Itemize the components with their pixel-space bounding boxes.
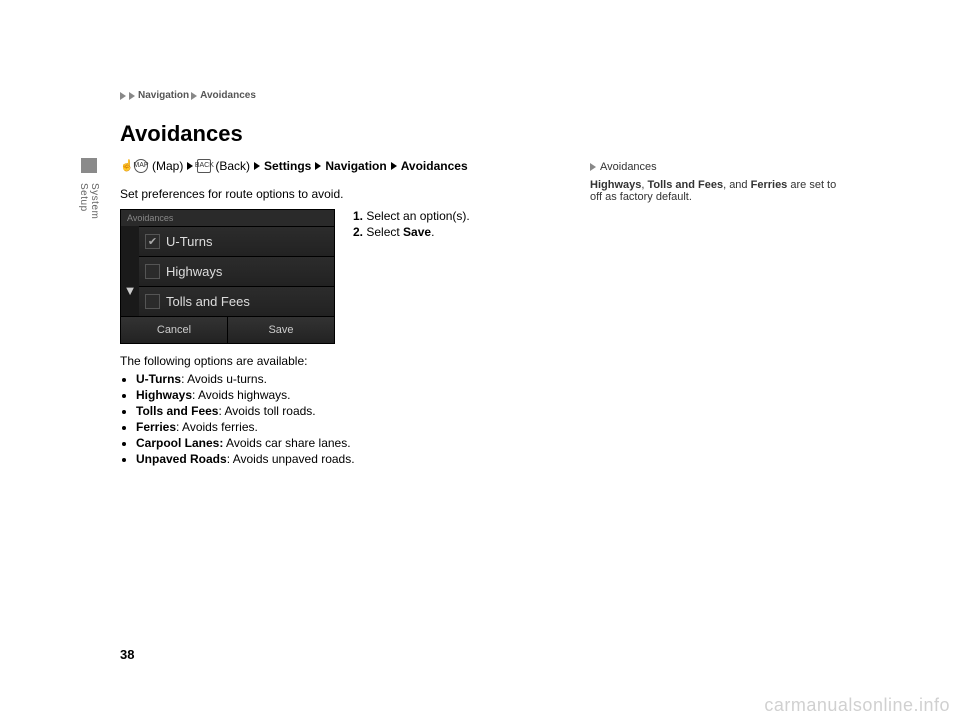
nav-option-tolls: Tolls and Fees [139, 286, 334, 316]
chevron-right-icon [191, 92, 197, 100]
nav-option-label: U-Turns [166, 234, 212, 249]
checkbox-icon [145, 264, 160, 279]
intro-text: Set preferences for route options to avo… [120, 187, 550, 201]
finger-icon: ☝ [120, 159, 130, 173]
sidebar-head: Avoidances [600, 161, 657, 173]
path-navigation: Navigation [325, 159, 386, 173]
chevron-right-icon [187, 162, 193, 170]
section-tab-label: System Setup [78, 183, 100, 248]
button-path: ☝ MAP (Map) BACK (Back) Settings Navigat… [120, 159, 550, 173]
nav-option-label: Highways [166, 264, 222, 279]
nav-option-uturns: ✔ U-Turns [139, 226, 334, 256]
nav-cancel-button: Cancel [121, 317, 228, 343]
option-carpool: Carpool Lanes: Avoids car share lanes. [136, 436, 550, 450]
nav-option-label: Tolls and Fees [166, 294, 250, 309]
nav-option-list: ✔ U-Turns Highways Tolls and Fees [139, 226, 334, 316]
nav-option-highways: Highways [139, 256, 334, 286]
option-tolls: Tolls and Fees: Avoids toll roads. [136, 404, 550, 418]
main-column: ☝ MAP (Map) BACK (Back) Settings Navigat… [120, 159, 550, 468]
options-list: U-Turns: Avoids u-turns. Highways: Avoid… [120, 372, 550, 466]
page-number: 38 [120, 647, 134, 662]
step-list: 1. Select an option(s). 2. Select Save. [353, 209, 470, 241]
nav-screenshot: Avoidances ▼ ✔ U-Turns Highways [120, 209, 335, 344]
checkbox-icon [145, 294, 160, 309]
watermark: carmanualsonline.info [764, 695, 950, 716]
chevron-right-icon [254, 162, 260, 170]
back-button-icon: BACK [197, 159, 211, 173]
map-label: (Map) [152, 159, 183, 173]
options-intro: The following options are available: [120, 354, 550, 368]
option-highways: Highways: Avoids highways. [136, 388, 550, 402]
sidebar-note: Avoidances Highways, Tolls and Fees, and… [590, 161, 850, 203]
chevron-right-icon [391, 162, 397, 170]
chevron-right-icon [129, 92, 135, 100]
sidebar-note-text: Highways, Tolls and Fees, and Ferries ar… [590, 179, 850, 203]
nav-screen-title: Avoidances [121, 210, 334, 226]
chevron-right-icon [315, 162, 321, 170]
path-settings: Settings [264, 159, 311, 173]
breadcrumb-item: Avoidances [200, 90, 256, 101]
option-ferries: Ferries: Avoids ferries. [136, 420, 550, 434]
option-unpaved: Unpaved Roads: Avoids unpaved roads. [136, 452, 550, 466]
nav-save-button: Save [228, 317, 334, 343]
note-icon [590, 163, 596, 171]
option-uturns: U-Turns: Avoids u-turns. [136, 372, 550, 386]
chevron-right-icon [120, 92, 126, 100]
section-tab: System Setup [80, 158, 98, 248]
checkbox-checked-icon: ✔ [145, 234, 160, 249]
back-label: (Back) [215, 159, 250, 173]
breadcrumb-item: Navigation [138, 90, 189, 101]
scroll-down-icon: ▼ [121, 226, 139, 316]
map-button-icon: MAP [134, 159, 148, 173]
step-2: 2. Select Save. [353, 225, 470, 239]
section-tab-marker [81, 158, 97, 173]
path-avoidances: Avoidances [401, 159, 468, 173]
page-content: Navigation Avoidances Avoidances ☝ MAP (… [120, 90, 890, 468]
breadcrumb: Navigation Avoidances [120, 90, 890, 101]
page-title: Avoidances [120, 121, 890, 147]
step-1: 1. Select an option(s). [353, 209, 470, 223]
